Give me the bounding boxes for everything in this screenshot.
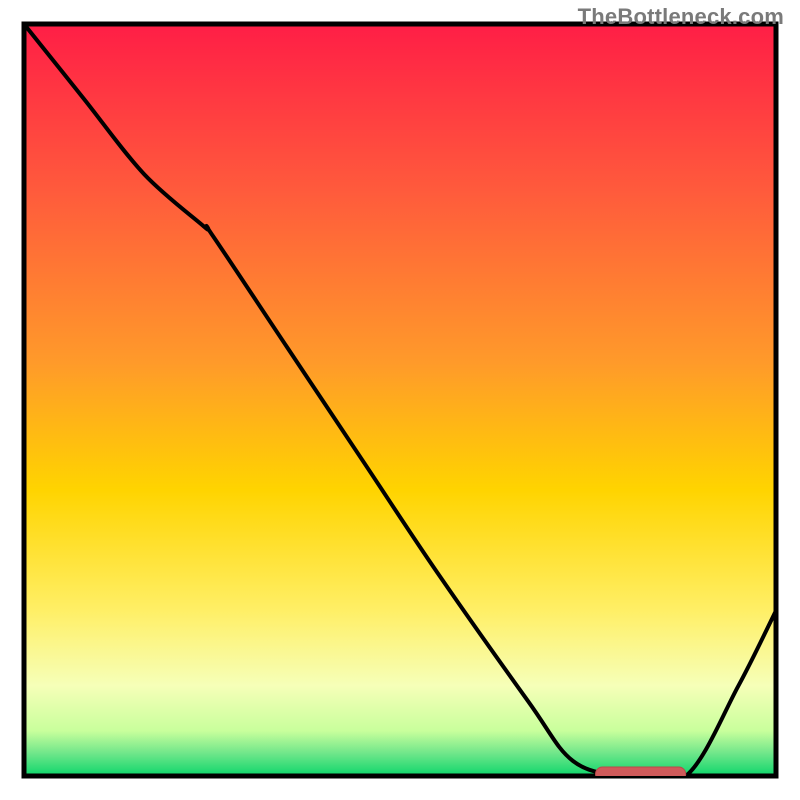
chart-svg <box>0 0 800 800</box>
gradient-background <box>24 24 776 776</box>
chart-stage: TheBottleneck.com <box>0 0 800 800</box>
watermark-text: TheBottleneck.com <box>578 4 784 30</box>
optimal-marker <box>596 767 686 781</box>
